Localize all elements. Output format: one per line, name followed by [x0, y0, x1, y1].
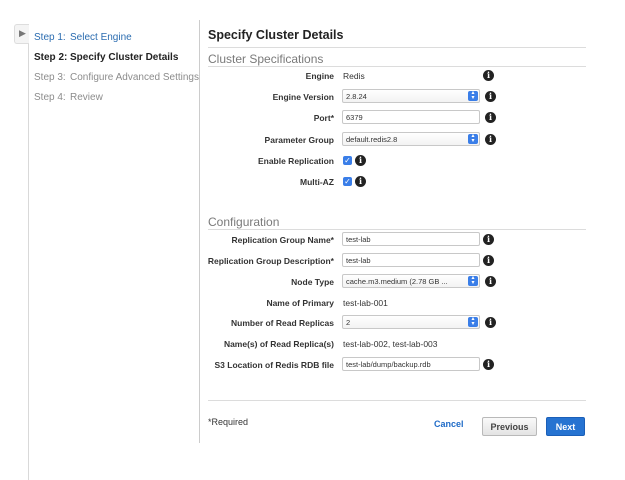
wizard-steps: Step 1: Select Engine Step 2: Specify Clus…	[34, 28, 199, 108]
engine-version-select[interactable]: 2.8.24 ▴ ▾	[342, 89, 480, 103]
footer-rule	[208, 400, 586, 401]
step-review: Step 4: Review	[34, 88, 199, 108]
info-icon[interactable]: i	[355, 176, 366, 187]
sidebar-edge	[28, 30, 29, 480]
replication-group-name-row: Replication Group Name* test-lab i	[200, 230, 600, 250]
engine-value: Redis	[343, 71, 365, 81]
chevron-right-icon: ▶	[19, 28, 26, 38]
cluster-specifications-heading: Cluster Specifications	[208, 52, 324, 66]
enable-replication-label: Enable Replication	[257, 156, 334, 166]
number-of-read-replicas-label: Number of Read Replicas	[231, 318, 334, 328]
info-icon[interactable]: i	[485, 112, 496, 123]
parameter-group-label: Parameter Group	[264, 135, 334, 145]
read-replica-names-label: Name(s) of Read Replica(s)	[223, 339, 334, 349]
name-of-primary-row: Name of Primary test-lab-001	[200, 293, 600, 313]
number-of-read-replicas-row: Number of Read Replicas 2 ▴ ▾ i	[200, 313, 600, 333]
select-stepper-icon: ▴ ▾	[468, 275, 478, 286]
step-label: Configure Advanced Settings	[70, 72, 199, 83]
info-icon[interactable]: i	[483, 359, 494, 370]
step-number: Step 3:	[34, 72, 66, 83]
port-row: Port* 6379 i	[200, 108, 600, 128]
name-of-primary-label: Name of Primary	[266, 298, 334, 308]
info-icon[interactable]: i	[483, 70, 494, 81]
multi-az-checkbox[interactable]: ✓	[343, 177, 352, 186]
enable-replication-checkbox[interactable]: ✓	[343, 156, 352, 165]
configuration-heading: Configuration	[208, 215, 280, 229]
number-of-read-replicas-select[interactable]: 2 ▴ ▾	[342, 315, 480, 329]
s3-location-input[interactable]: test-lab/dump/backup.rdb	[342, 357, 480, 371]
required-note: *Required	[208, 417, 249, 427]
cancel-link[interactable]: Cancel	[434, 419, 464, 429]
replication-group-description-label: Replication Group Description*	[207, 256, 334, 266]
node-type-select[interactable]: cache.m3.medium (2.78 GB ... ▴ ▾	[342, 274, 480, 288]
previous-button[interactable]: Previous	[482, 417, 537, 436]
collapse-sidebar-button[interactable]: ▶	[14, 24, 29, 44]
name-of-primary-value: test-lab-001	[343, 298, 388, 308]
engine-version-label: Engine Version	[272, 92, 334, 102]
parameter-group-row: Parameter Group default.redis2.8 ▴ ▾ i	[200, 130, 600, 150]
info-icon[interactable]: i	[485, 134, 496, 145]
info-icon[interactable]: i	[485, 276, 496, 287]
port-label: Port*	[313, 113, 334, 123]
engine-label: Engine	[305, 71, 334, 81]
step-select-engine[interactable]: Step 1: Select Engine	[34, 28, 199, 48]
parameter-group-select[interactable]: default.redis2.8 ▴ ▾	[342, 132, 480, 146]
node-type-label: Node Type	[291, 277, 334, 287]
select-stepper-icon: ▴ ▾	[468, 316, 478, 327]
replication-group-name-label: Replication Group Name*	[231, 235, 335, 245]
info-icon[interactable]: i	[483, 234, 494, 245]
number-of-read-replicas-value: 2	[346, 318, 351, 327]
step-specify-cluster-details: Step 2: Specify Cluster Details	[34, 48, 199, 68]
page-title: Specify Cluster Details	[208, 28, 344, 42]
node-type-value: cache.m3.medium (2.78 GB ...	[346, 277, 448, 286]
next-button[interactable]: Next	[546, 417, 585, 436]
info-icon[interactable]: i	[485, 317, 496, 328]
step-number: Step 4:	[34, 92, 66, 103]
port-input[interactable]: 6379	[342, 110, 480, 124]
multi-az-label: Multi-AZ	[300, 177, 334, 187]
step-label: Select Engine	[70, 32, 132, 43]
replication-group-name-input[interactable]: test-lab	[342, 232, 480, 246]
s3-location-row: S3 Location of Redis RDB file test-lab/d…	[200, 355, 600, 375]
node-type-row: Node Type cache.m3.medium (2.78 GB ... ▴ ▾…	[200, 272, 600, 292]
info-icon[interactable]: i	[485, 91, 496, 102]
multi-az-row: Multi-AZ ✓ i	[200, 172, 600, 192]
step-number: Step 1:	[34, 32, 66, 43]
step-label: Review	[70, 92, 103, 103]
info-icon[interactable]: i	[483, 255, 494, 266]
s3-location-label: S3 Location of Redis RDB file	[214, 360, 335, 370]
read-replica-names-row: Name(s) of Read Replica(s) test-lab-002,…	[200, 334, 600, 354]
info-icon[interactable]: i	[355, 155, 366, 166]
replication-group-description-input[interactable]: test-lab	[342, 253, 480, 267]
parameter-group-value: default.redis2.8	[346, 135, 398, 144]
step-label: Specify Cluster Details	[70, 52, 179, 63]
title-rule	[208, 47, 586, 48]
engine-version-value: 2.8.24	[346, 92, 367, 101]
select-stepper-icon: ▴ ▾	[468, 133, 478, 144]
step-configure-advanced-settings: Step 3: Configure Advanced Settings	[34, 68, 199, 88]
enable-replication-row: Enable Replication ✓ i	[200, 151, 600, 171]
engine-row: Engine Redis i	[200, 66, 600, 86]
engine-version-row: Engine Version 2.8.24 ▴ ▾ i	[200, 87, 600, 107]
step-number: Step 2:	[34, 52, 68, 63]
read-replica-names-value: test-lab-002, test-lab-003	[343, 339, 438, 349]
replication-group-description-row: Replication Group Description* test-lab …	[200, 251, 600, 271]
select-stepper-icon: ▴ ▾	[468, 90, 478, 101]
